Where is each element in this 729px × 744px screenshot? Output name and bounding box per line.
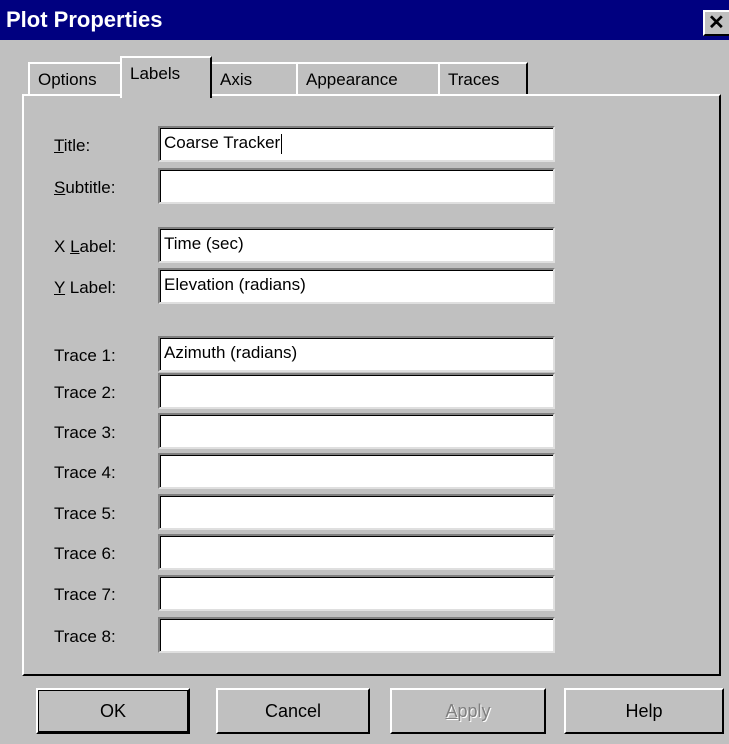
apply-button-rest: pply — [457, 701, 491, 721]
tab-options[interactable]: Options — [28, 62, 122, 98]
tab-labels[interactable]: Labels — [120, 56, 212, 98]
tab-traces[interactable]: Traces — [438, 62, 528, 98]
trace-4-label: Trace 4: — [54, 463, 116, 482]
title-field[interactable]: Coarse Tracker — [158, 126, 555, 162]
subtitle-label: Subtitle: — [54, 178, 116, 197]
trace-5-label: Trace 5: — [54, 504, 116, 523]
trace-5-field[interactable] — [158, 494, 555, 530]
trace-3-label: Trace 3: — [54, 423, 116, 442]
cancel-button[interactable]: Cancel — [216, 688, 370, 734]
trace-6-label: Trace 6: — [54, 544, 116, 563]
trace-7-label: Trace 7: — [54, 585, 116, 604]
trace-2-field[interactable] — [158, 373, 555, 409]
x-label-field[interactable]: Time (sec) — [158, 227, 555, 263]
y-label-field[interactable]: Elevation (radians) — [158, 268, 555, 304]
trace-4-field[interactable] — [158, 453, 555, 489]
window-title: Plot Properties — [6, 7, 163, 32]
apply-button[interactable]: Apply — [390, 688, 546, 734]
trace-2-label: Trace 2: — [54, 383, 116, 402]
subtitle-field[interactable] — [158, 168, 555, 204]
text-caret — [281, 133, 283, 154]
labels-tab-panel: Title: Coarse Tracker Subtitle: X Label:… — [22, 94, 721, 676]
tab-axis[interactable]: Axis — [210, 62, 298, 98]
help-button[interactable]: Help — [564, 688, 724, 734]
title-field-value: Coarse Tracker — [164, 133, 281, 152]
tab-appearance[interactable]: Appearance — [296, 62, 440, 98]
trace-6-field[interactable] — [158, 534, 555, 570]
close-button[interactable]: ✕ — [703, 10, 729, 36]
trace-1-label: Trace 1: — [54, 346, 116, 365]
close-icon: ✕ — [708, 12, 725, 34]
y-label-label: Y Label: — [54, 278, 117, 297]
ok-button[interactable]: OK — [36, 688, 190, 734]
x-label-label: X Label: — [54, 237, 117, 256]
trace-8-label: Trace 8: — [54, 627, 116, 646]
trace-1-field[interactable]: Azimuth (radians) — [158, 336, 555, 372]
trace-8-field[interactable] — [158, 617, 555, 653]
title-label: Title: — [54, 136, 91, 155]
plot-properties-dialog: Plot Properties ✕ Options Labels Axis Ap… — [0, 0, 729, 744]
title-bar: Plot Properties ✕ — [0, 0, 729, 40]
trace-7-field[interactable] — [158, 575, 555, 611]
trace-3-field[interactable] — [158, 413, 555, 449]
